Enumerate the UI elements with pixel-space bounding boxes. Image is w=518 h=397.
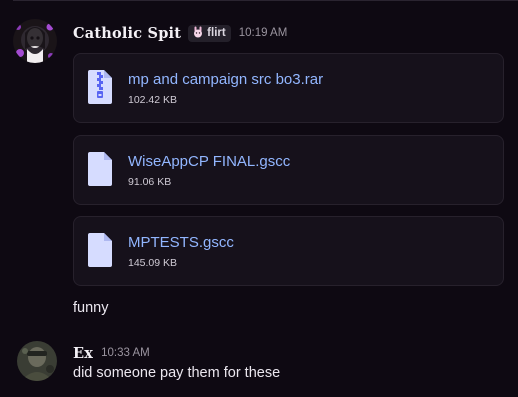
file-name-link[interactable]: MPTESTS.gscc	[128, 234, 234, 251]
file-icon	[88, 233, 112, 272]
file-size: 102.42 KB	[128, 94, 178, 106]
bunny-icon	[192, 26, 204, 41]
timestamp[interactable]: 10:33 AM	[101, 347, 150, 359]
divider	[13, 0, 518, 1]
message-group: Ex 10:33 AM did someone pay them for the…	[0, 341, 518, 391]
file-size: 145.09 KB	[128, 257, 178, 269]
message-text: did someone pay them for these	[73, 365, 281, 381]
file-attachment[interactable]: WiseAppCP FINAL.gscc 91.06 KB	[73, 135, 504, 205]
avatar[interactable]	[17, 341, 57, 381]
username[interactable]: Catholic Spit	[73, 25, 181, 42]
username[interactable]: Ex	[73, 345, 93, 362]
file-name-link[interactable]: mp and campaign src bo3.rar	[128, 71, 323, 88]
avatar[interactable]	[13, 19, 57, 63]
server-tag[interactable]: flirt	[188, 24, 231, 42]
message-header: Ex 10:33 AM	[73, 343, 150, 363]
file-attachment[interactable]: mp and campaign src bo3.rar 102.42 KB	[73, 53, 504, 123]
message-header: Catholic Spit flirt 10:19 AM	[73, 23, 287, 43]
timestamp[interactable]: 10:19 AM	[239, 27, 288, 39]
file-attachment[interactable]: MPTESTS.gscc 145.09 KB	[73, 216, 504, 286]
file-icon	[88, 152, 112, 191]
zip-file-icon	[88, 70, 112, 109]
message-text: funny	[73, 300, 109, 316]
server-tag-label: flirt	[207, 27, 226, 39]
file-name-link[interactable]: WiseAppCP FINAL.gscc	[128, 153, 290, 170]
file-size: 91.06 KB	[128, 176, 172, 188]
message-group: Catholic Spit flirt 10:19 AM mp and camp…	[0, 19, 518, 324]
